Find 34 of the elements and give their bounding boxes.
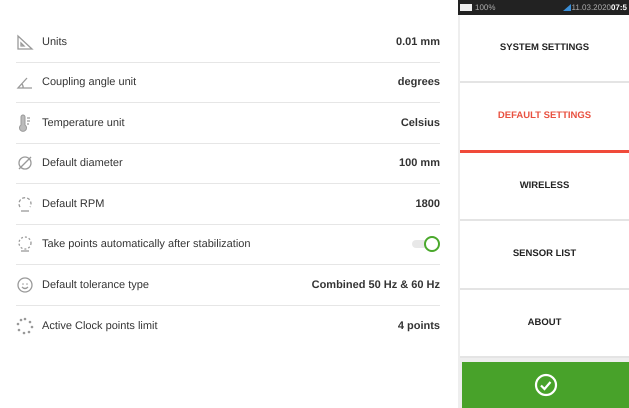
menu-tab[interactable]: ABOUT xyxy=(460,290,629,358)
menu-tab[interactable]: SENSOR LIST xyxy=(460,221,629,290)
setting-label: Default tolerance type xyxy=(42,278,150,290)
setting-value: 1800 xyxy=(416,196,440,212)
setting-label: Units xyxy=(42,36,68,48)
setting-label: Default diameter xyxy=(42,157,123,169)
signal-icon xyxy=(562,4,571,11)
status-date: 11.03.2020 xyxy=(572,2,611,14)
battery-level: 100% xyxy=(475,2,496,14)
toggle-switch[interactable] xyxy=(412,236,440,252)
ruler-icon xyxy=(16,32,34,51)
menu-tab[interactable]: WIRELESS xyxy=(460,152,629,222)
setting-label: Temperature unit xyxy=(42,116,125,128)
menu-tab[interactable]: DEFAULT SETTINGS xyxy=(460,83,629,153)
setting-value: degrees xyxy=(398,75,440,90)
setting-value: 100 mm xyxy=(399,156,440,171)
menu-tab[interactable]: SYSTEM SETTINGS xyxy=(460,15,629,84)
confirm-button[interactable] xyxy=(462,362,629,408)
setting-value: 0.01 mm xyxy=(396,34,440,50)
smiley-icon xyxy=(16,276,34,294)
battery-icon xyxy=(460,4,472,11)
status-time: 07:5 xyxy=(610,2,627,14)
rotation-icon xyxy=(16,194,34,213)
diameter-icon xyxy=(16,154,34,172)
setting-value: 4 points xyxy=(398,318,440,334)
setting-label: Active Clock points limit xyxy=(42,320,158,332)
setting-value: Combined 50 Hz & 60 Hz xyxy=(312,278,440,292)
clock-points-icon xyxy=(16,316,34,335)
setting-label: Default RPM xyxy=(42,198,104,210)
check-icon xyxy=(534,373,558,398)
setting-label: Coupling angle unit xyxy=(42,76,136,88)
setting-label: Take points automatically after stabilization xyxy=(42,238,250,250)
setting-value: Celsius xyxy=(400,116,440,130)
auto-rotation-icon xyxy=(16,235,34,254)
